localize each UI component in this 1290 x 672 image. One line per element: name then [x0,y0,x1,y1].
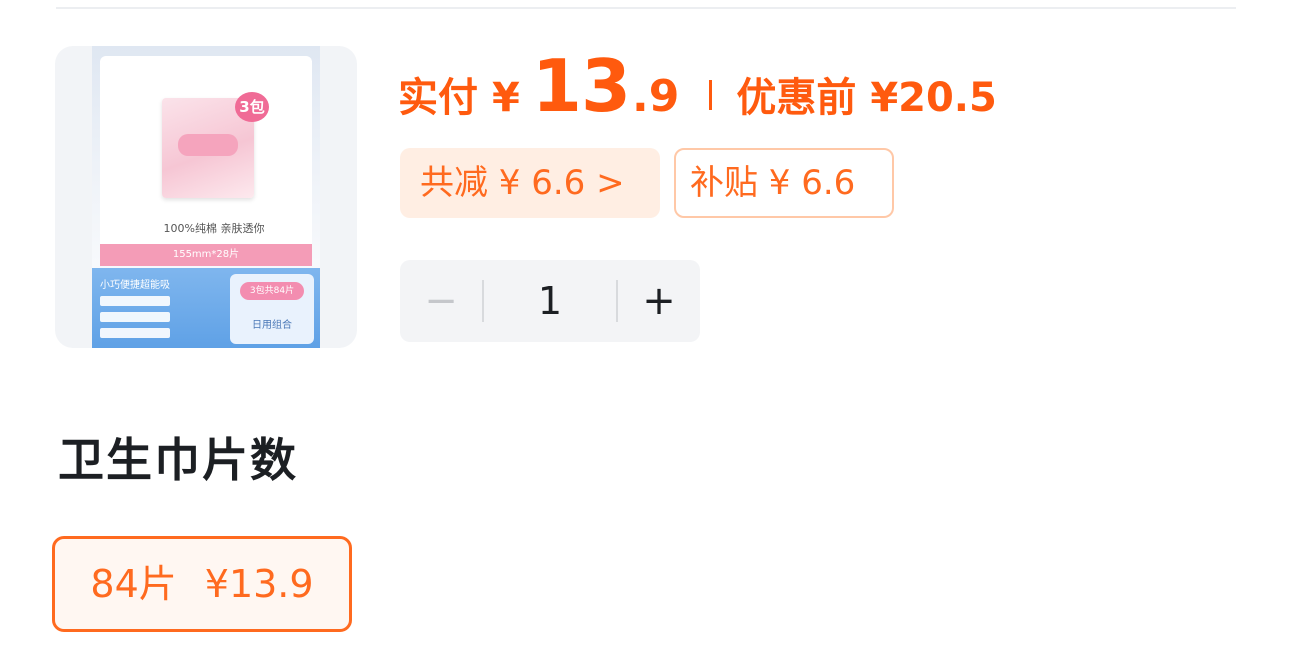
product-package-art: 3包 100%纯棉 亲肤透你 155mm*28片 小巧便捷超能吸 3包共84片 … [92,46,320,348]
spec-option-price: ¥13.9 [204,562,314,606]
spec-section-title: 卫生巾片数 [58,433,298,487]
total-discount-tag[interactable]: 共减 ¥ 6.6 > [400,148,660,218]
package-card: 3包 100%纯棉 亲肤透你 [100,56,312,256]
pay-price-decimal: .9 [632,71,680,122]
package-feature-chip [100,312,170,322]
price-row: 实付 ¥ 13 .9 优惠前 ¥20.5 [398,44,997,134]
package-blue-panel: 小巧便捷超能吸 3包共84片 日用组合 [92,268,320,348]
decrement-button[interactable]: − [400,260,482,342]
product-image[interactable]: 3包 100%纯棉 亲肤透你 155mm*28片 小巧便捷超能吸 3包共84片 … [55,46,357,348]
package-blue-title: 小巧便捷超能吸 [100,280,170,291]
package-feature-chip [100,328,170,338]
spec-option-label: 84片 [90,562,177,606]
quantity-stepper: − 1 + [400,260,700,342]
package-combo-box: 3包共84片 日用组合 [230,274,314,344]
spec-option-84[interactable]: 84片 ¥13.9 [52,536,352,632]
price-separator [709,80,713,110]
original-price: 优惠前 ¥20.5 [736,75,997,121]
package-logo [178,134,238,156]
package-pack-pill: 3包共84片 [240,282,304,300]
package-tagline: 100%纯棉 亲肤透你 [163,222,265,235]
package-feature-chip [100,296,170,306]
increment-button[interactable]: + [618,260,700,342]
subsidy-tag: 补贴 ¥ 6.6 [674,148,894,218]
pay-label: 实付 [398,75,478,121]
top-divider [56,7,1236,9]
package-combo-label: 日用组合 [252,320,292,331]
quantity-value[interactable]: 1 [484,260,616,342]
currency-symbol: ¥ [492,75,520,121]
package-size-label: 155mm*28片 [100,244,312,266]
package-count-badge: 3包 [235,92,269,122]
pay-price-integer: 13 [531,44,631,128]
